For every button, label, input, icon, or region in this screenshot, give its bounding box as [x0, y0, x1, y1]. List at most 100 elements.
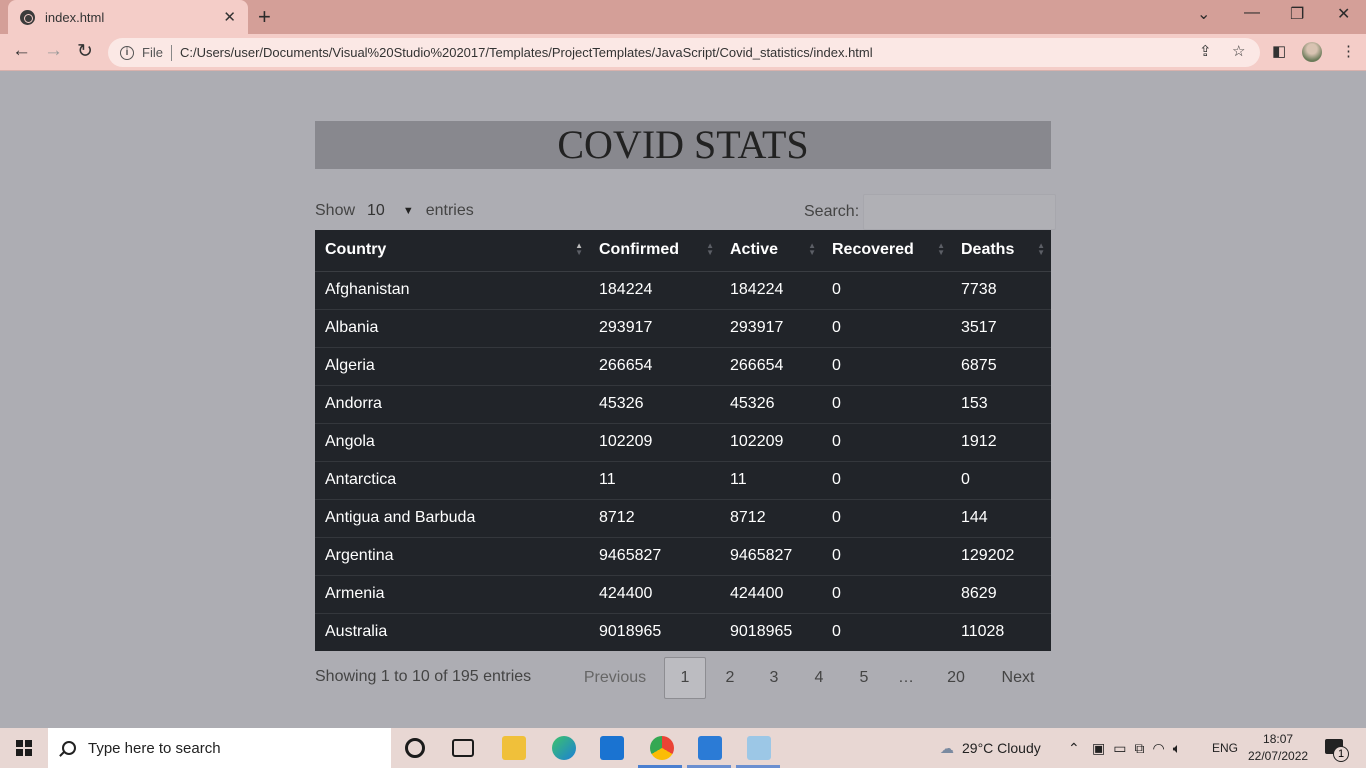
browser-tab[interactable]: index.html ✕ — [8, 0, 248, 34]
tab-title: index.html — [45, 9, 105, 25]
table-row: Albania 293917 293917 0 3517 — [315, 308, 1051, 347]
cell-confirmed: 424400 — [589, 574, 720, 613]
cortana-icon[interactable] — [405, 738, 425, 758]
table-row: Algeria 266654 266654 0 6875 — [315, 346, 1051, 385]
table-search: Search: — [804, 194, 1057, 230]
column-header-confirmed[interactable]: Confirmed ▲ ▼ — [589, 230, 720, 272]
forward-button[interactable]: → — [44, 40, 63, 62]
cell-active: 293917 — [720, 308, 822, 347]
table-info: Showing 1 to 10 of 195 entries — [315, 668, 532, 685]
cell-confirmed: 184224 — [589, 270, 720, 309]
page-length-select[interactable]: 10 ▼ — [367, 202, 414, 220]
bookmark-star-icon[interactable]: ☆ — [1232, 42, 1245, 60]
cell-confirmed: 11 — [589, 460, 720, 499]
edge-icon[interactable] — [552, 736, 576, 760]
mail-icon[interactable] — [600, 736, 624, 760]
pagination-page-20[interactable]: 20 — [939, 657, 973, 699]
task-view-icon[interactable] — [452, 739, 474, 757]
cell-deaths: 8629 — [951, 574, 1051, 613]
side-panel-icon[interactable]: ◧ — [1272, 42, 1286, 60]
cell-deaths: 153 — [951, 384, 1051, 423]
cell-confirmed: 9018965 — [589, 612, 720, 651]
new-tab-button[interactable]: + — [258, 4, 271, 30]
pagination-page-5[interactable]: 5 — [849, 657, 879, 699]
sort-icon: ▲ ▼ — [706, 241, 714, 257]
minimize-button[interactable]: — — [1244, 4, 1260, 22]
back-button[interactable]: ← — [12, 40, 31, 62]
page-length-value: 10 — [367, 202, 385, 219]
cell-deaths: 144 — [951, 498, 1051, 537]
pagination-page-1[interactable]: 1 — [664, 657, 706, 699]
info-icon[interactable]: i — [120, 45, 134, 60]
table-row: Antarctica 11 11 0 0 — [315, 460, 1051, 499]
menu-icon[interactable]: ⋮ — [1341, 42, 1356, 60]
cell-confirmed: 9465827 — [589, 536, 720, 575]
profile-avatar[interactable] — [1302, 42, 1322, 62]
wifi-icon[interactable]: ◠ — [1152, 740, 1164, 757]
cell-country: Afghanistan — [315, 270, 589, 309]
cell-deaths: 3517 — [951, 308, 1051, 347]
column-header-active[interactable]: Active ▲ ▼ — [720, 230, 822, 272]
display-icon[interactable]: ⧉ — [1134, 740, 1144, 757]
cell-active: 102209 — [720, 422, 822, 461]
tab-search-icon[interactable]: ⌄ — [1197, 4, 1210, 24]
volume-icon[interactable]: 🔈︎ — [1173, 740, 1181, 757]
chevron-down-icon: ▼ — [402, 205, 414, 217]
cloud-icon: ☁ — [940, 739, 954, 756]
cell-active: 424400 — [720, 574, 822, 613]
cell-recovered: 0 — [822, 498, 951, 537]
cell-recovered: 0 — [822, 270, 951, 309]
tray-icons[interactable]: ▣ ▭ ⧉ ◠ 🔈︎ — [1092, 728, 1181, 768]
table-row: Australia 9018965 9018965 0 11028 — [315, 612, 1051, 651]
cell-country: Andorra — [315, 384, 589, 423]
column-header-deaths[interactable]: Deaths ▲ ▼ — [951, 230, 1051, 272]
page-title: COVID STATS — [315, 121, 1051, 169]
close-tab-icon[interactable]: ✕ — [223, 8, 236, 26]
globe-icon — [20, 9, 35, 25]
share-icon[interactable]: ⇪ — [1199, 42, 1212, 60]
table-row: Afghanistan 184224 184224 0 7738 — [315, 270, 1051, 309]
cell-recovered: 0 — [822, 460, 951, 499]
address-bar[interactable]: i File C:/Users/user/Documents/Visual%20… — [108, 38, 1260, 67]
windows-start-icon[interactable] — [16, 740, 32, 756]
cell-deaths: 6875 — [951, 346, 1051, 385]
weather-text: 29°C Cloudy — [962, 740, 1041, 756]
search-input[interactable] — [863, 194, 1057, 230]
file-explorer-icon[interactable] — [502, 736, 526, 760]
page-length-control: Show 10 ▼ entries — [315, 202, 474, 220]
weather-widget[interactable]: ☁ 29°C Cloudy — [940, 728, 1041, 768]
close-window-button[interactable]: ✕ — [1337, 4, 1350, 24]
sort-icon: ▲ ▼ — [937, 241, 945, 257]
meet-icon[interactable]: ▣ — [1092, 740, 1105, 757]
chrome-icon[interactable] — [650, 736, 674, 760]
reload-button[interactable]: ↻ — [77, 40, 93, 63]
system-clock[interactable]: 18:07 22/07/2022 — [1248, 731, 1308, 765]
pagination-page-4[interactable]: 4 — [804, 657, 834, 699]
notepad-icon[interactable] — [747, 736, 771, 760]
notification-count-badge: 1 — [1333, 746, 1349, 762]
clock-time: 18:07 — [1263, 732, 1294, 746]
pagination-previous[interactable]: Previous — [577, 657, 653, 699]
cell-country: Armenia — [315, 574, 589, 613]
pagination-page-3[interactable]: 3 — [759, 657, 789, 699]
pagination-page-2[interactable]: 2 — [715, 657, 745, 699]
visual-studio-code-icon[interactable] — [698, 736, 722, 760]
show-hidden-icons-icon[interactable]: ⌃ — [1068, 728, 1080, 768]
browser-titlebar: index.html ✕ + ⌄ — ❐ ✕ — [0, 0, 1366, 34]
taskbar-search-placeholder: Type here to search — [88, 739, 221, 757]
column-header-country[interactable]: Country ▲ ▼ — [315, 230, 589, 272]
cell-recovered: 0 — [822, 574, 951, 613]
battery-icon[interactable]: ▭ — [1113, 740, 1126, 757]
cell-active: 9018965 — [720, 612, 822, 651]
cell-country: Argentina — [315, 536, 589, 575]
language-indicator[interactable]: ENG — [1212, 728, 1238, 768]
cell-confirmed: 293917 — [589, 308, 720, 347]
url-text[interactable]: C:/Users/user/Documents/Visual%20Studio%… — [180, 45, 873, 60]
restore-button[interactable]: ❐ — [1290, 4, 1304, 24]
pagination-next[interactable]: Next — [995, 657, 1041, 699]
taskbar-search[interactable]: Type here to search — [48, 728, 391, 768]
cell-country: Angola — [315, 422, 589, 461]
cell-deaths: 11028 — [951, 612, 1051, 651]
cell-active: 45326 — [720, 384, 822, 423]
column-header-recovered[interactable]: Recovered ▲ ▼ — [822, 230, 951, 272]
